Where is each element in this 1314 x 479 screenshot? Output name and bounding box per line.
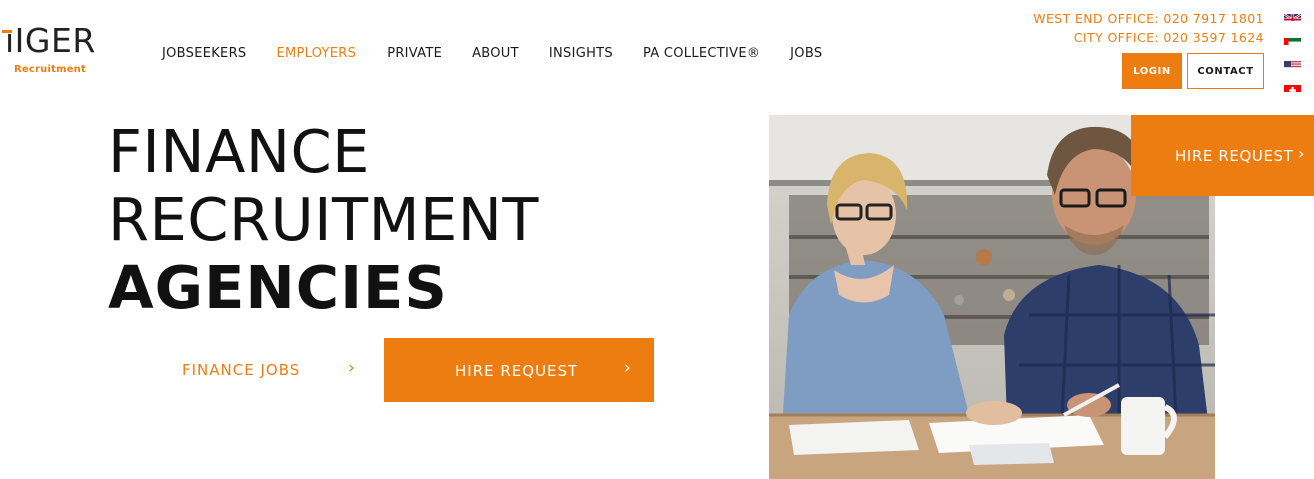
side-hire-request-label: HIRE REQUEST bbox=[1175, 147, 1294, 165]
nav-insights[interactable]: INSIGHTS bbox=[549, 46, 613, 62]
us-flag-icon[interactable] bbox=[1284, 57, 1301, 68]
nav-jobseekers[interactable]: JOBSEEKERS bbox=[162, 46, 246, 62]
logo-wordmark: ıIGER bbox=[5, 21, 96, 60]
tiger-recruitment-logo[interactable]: ıIGER Recruitment bbox=[0, 22, 130, 82]
hero-line-agencies: AGENCIES bbox=[108, 253, 448, 322]
contact-button[interactable]: CONTACT bbox=[1187, 53, 1264, 89]
hero-line-finance: FINANCE bbox=[108, 117, 370, 186]
chevron-right-icon: › bbox=[624, 358, 631, 378]
west-end-office-phone[interactable]: WEST END OFFICE: 020 7917 1801 bbox=[1033, 11, 1264, 26]
nav-about[interactable]: ABOUT bbox=[472, 46, 519, 62]
hire-request-label: HIRE REQUEST bbox=[455, 362, 579, 380]
nav-pa-collective[interactable]: PA COLLECTIVE® bbox=[643, 46, 760, 62]
uae-flag-icon[interactable] bbox=[1284, 34, 1301, 45]
hire-request-button[interactable]: HIRE REQUEST › bbox=[384, 338, 654, 402]
hero-heading: FINANCE RECRUITMENT AGENCIES bbox=[108, 118, 539, 322]
nav-employers[interactable]: EMPLOYERS bbox=[276, 46, 356, 62]
nav-jobs[interactable]: JOBS bbox=[790, 46, 822, 62]
finance-jobs-label: FINANCE JOBS bbox=[182, 361, 301, 379]
swiss-flag-icon[interactable] bbox=[1284, 81, 1301, 92]
uk-flag-icon[interactable] bbox=[1284, 10, 1301, 21]
main-navigation: JOBSEEKERS EMPLOYERS PRIVATE ABOUT INSIG… bbox=[162, 46, 822, 62]
finance-jobs-link[interactable]: FINANCE JOBS › bbox=[150, 338, 380, 402]
hero-line-recruitment: RECRUITMENT bbox=[108, 185, 539, 254]
nav-private[interactable]: PRIVATE bbox=[387, 46, 442, 62]
login-button[interactable]: LOGIN bbox=[1122, 53, 1182, 89]
chevron-right-icon: › bbox=[1298, 144, 1305, 163]
side-hire-request-button[interactable]: HIRE REQUEST › bbox=[1131, 115, 1314, 196]
chevron-right-icon: › bbox=[348, 358, 355, 378]
city-office-phone[interactable]: CITY OFFICE: 020 3597 1624 bbox=[1074, 30, 1264, 45]
logo-subtitle: Recruitment bbox=[14, 64, 86, 75]
